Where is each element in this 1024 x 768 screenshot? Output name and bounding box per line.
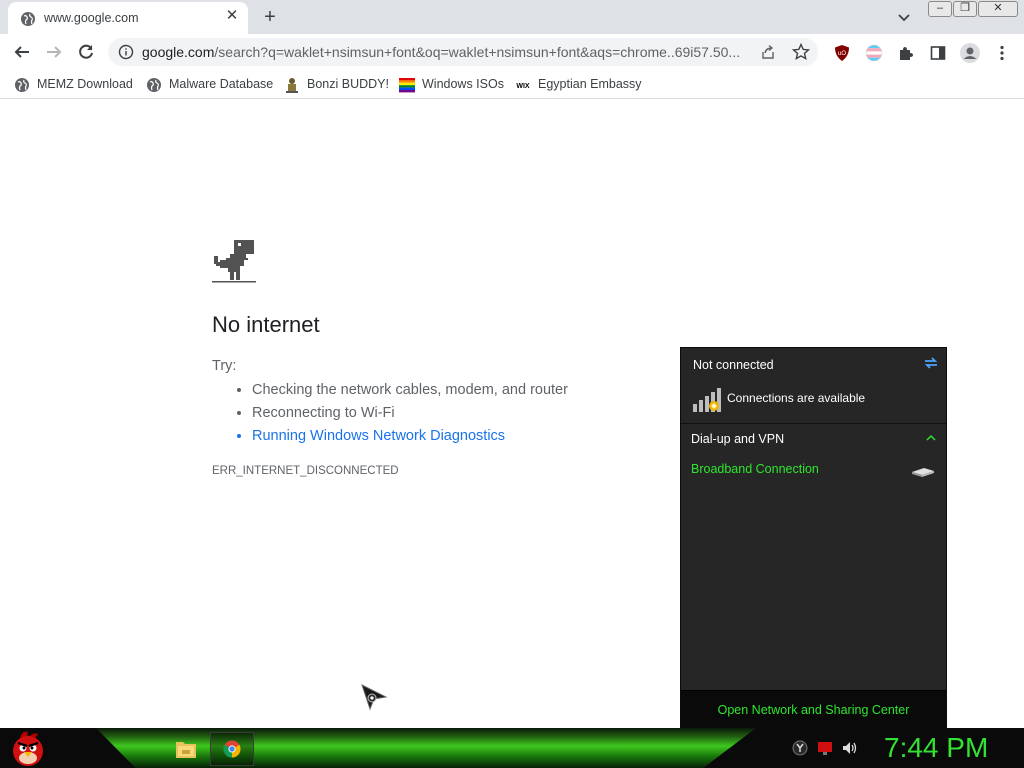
forward-arrow-icon[interactable] bbox=[44, 42, 64, 62]
globe-icon bbox=[147, 78, 161, 92]
puzzle-extensions-icon[interactable] bbox=[897, 44, 915, 62]
tab-close-icon[interactable]: ✕ bbox=[224, 8, 240, 24]
bookmark-label: Bonzi BUDDY! bbox=[307, 77, 389, 91]
profile-avatar-icon[interactable] bbox=[959, 42, 981, 64]
share-icon[interactable] bbox=[760, 44, 776, 60]
chrome-taskbar-button[interactable] bbox=[210, 732, 254, 766]
ublock-icon[interactable]: uO bbox=[833, 44, 851, 62]
restore-button[interactable]: ❐ bbox=[953, 1, 977, 17]
side-panel-icon[interactable] bbox=[929, 44, 947, 62]
network-diagnostics-link[interactable]: Running Windows Network Diagnostics bbox=[252, 426, 568, 449]
angry-bird-start-button-icon[interactable] bbox=[8, 728, 50, 768]
bookmark-label: Malware Database bbox=[169, 77, 274, 91]
globe-icon bbox=[15, 78, 29, 92]
bookmark-malware-database[interactable]: Malware Database bbox=[146, 76, 274, 94]
mouse-cursor-icon bbox=[361, 684, 388, 711]
suggestions-list: Checking the network cables, modem, and … bbox=[212, 380, 568, 449]
bookmark-label: Egyptian Embassy bbox=[538, 77, 642, 91]
network-status: Not connected bbox=[693, 358, 774, 372]
chrome-menu-icon[interactable] bbox=[993, 44, 1011, 62]
tray-volume-icon[interactable] bbox=[841, 740, 857, 756]
bookmark-memz[interactable]: MEMZ Download bbox=[14, 76, 134, 94]
bookmark-label: MEMZ Download bbox=[37, 77, 133, 91]
browser-toolbar: google.com/search?q=waklet+nsimsun+font&… bbox=[0, 34, 1024, 71]
offline-dinosaur-icon bbox=[212, 240, 256, 283]
modem-icon bbox=[912, 468, 934, 477]
tab-google[interactable]: www.google.com ✕ bbox=[8, 2, 248, 34]
url-path: /search?q=waklet+nsimsun+font&oq=waklet+… bbox=[214, 44, 741, 60]
bookmark-egyptian-embassy[interactable]: WIX Egyptian Embassy bbox=[515, 76, 642, 94]
network-flyout: Not connected Connections are available … bbox=[680, 347, 947, 732]
tab-search-chevron-icon[interactable] bbox=[896, 9, 912, 25]
back-arrow-icon[interactable] bbox=[12, 42, 32, 62]
bookmark-bonzi-buddy[interactable]: Bonzi BUDDY! bbox=[284, 76, 389, 94]
file-explorer-icon[interactable] bbox=[170, 736, 202, 762]
broadband-connection-item[interactable]: Broadband Connection bbox=[691, 462, 819, 476]
chevron-up-icon[interactable] bbox=[926, 434, 936, 442]
tray-action-center-icon[interactable] bbox=[817, 740, 833, 756]
bonzi-icon bbox=[286, 78, 298, 93]
reload-icon[interactable] bbox=[76, 42, 96, 62]
wix-icon-text: WIX bbox=[516, 83, 530, 90]
flyout-footer: Open Network and Sharing Center bbox=[681, 690, 946, 731]
bookmarks-bar: MEMZ Download Malware Database Bonzi BUD… bbox=[0, 71, 1024, 99]
taskbar: 7:44 PM bbox=[0, 728, 1024, 768]
minimize-button[interactable]: – bbox=[928, 1, 952, 17]
tab-title: www.google.com bbox=[44, 11, 139, 25]
connections-available-text: Connections are available bbox=[727, 391, 866, 405]
try-label: Try: bbox=[212, 358, 237, 374]
error-code: ERR_INTERNET_DISCONNECTED bbox=[212, 465, 399, 477]
taskbar-clock[interactable]: 7:44 PM bbox=[884, 732, 988, 764]
refresh-connections-icon[interactable] bbox=[922, 354, 940, 372]
close-window-button[interactable]: ✕ bbox=[978, 1, 1018, 17]
wix-icon: WIX bbox=[516, 83, 530, 90]
address-bar[interactable]: google.com/search?q=waklet+nsimsun+font&… bbox=[108, 38, 818, 66]
suggestion-check-cables: Checking the network cables, modem, and … bbox=[252, 380, 568, 403]
tray-network-icon[interactable] bbox=[792, 740, 808, 756]
wireless-signal-warning-icon bbox=[693, 388, 721, 412]
rainbow-flag-icon bbox=[399, 78, 415, 93]
bookmark-windows-isos[interactable]: Windows ISOs bbox=[399, 76, 504, 94]
globe-icon bbox=[21, 12, 35, 26]
svg-text:uO: uO bbox=[838, 51, 846, 57]
suggestion-reconnect-wifi: Reconnecting to Wi-Fi bbox=[252, 403, 568, 426]
tab-strip: www.google.com ✕ + – ❐ ✕ bbox=[0, 0, 1024, 34]
dialup-vpn-header[interactable]: Dial-up and VPN bbox=[691, 432, 784, 446]
bookmark-label: Windows ISOs bbox=[422, 77, 504, 91]
open-network-sharing-center-link[interactable]: Open Network and Sharing Center bbox=[681, 703, 946, 717]
chrome-icon bbox=[223, 740, 241, 758]
url-text: google.com/search?q=waklet+nsimsun+font&… bbox=[142, 44, 740, 60]
flyout-divider bbox=[681, 423, 946, 424]
bookmark-star-icon[interactable] bbox=[792, 43, 810, 61]
new-tab-button[interactable]: + bbox=[260, 7, 280, 27]
page-title: No internet bbox=[212, 312, 320, 337]
trans-flag-icon[interactable] bbox=[865, 44, 883, 62]
url-host: google.com bbox=[142, 44, 215, 60]
site-info-icon[interactable] bbox=[118, 44, 134, 60]
